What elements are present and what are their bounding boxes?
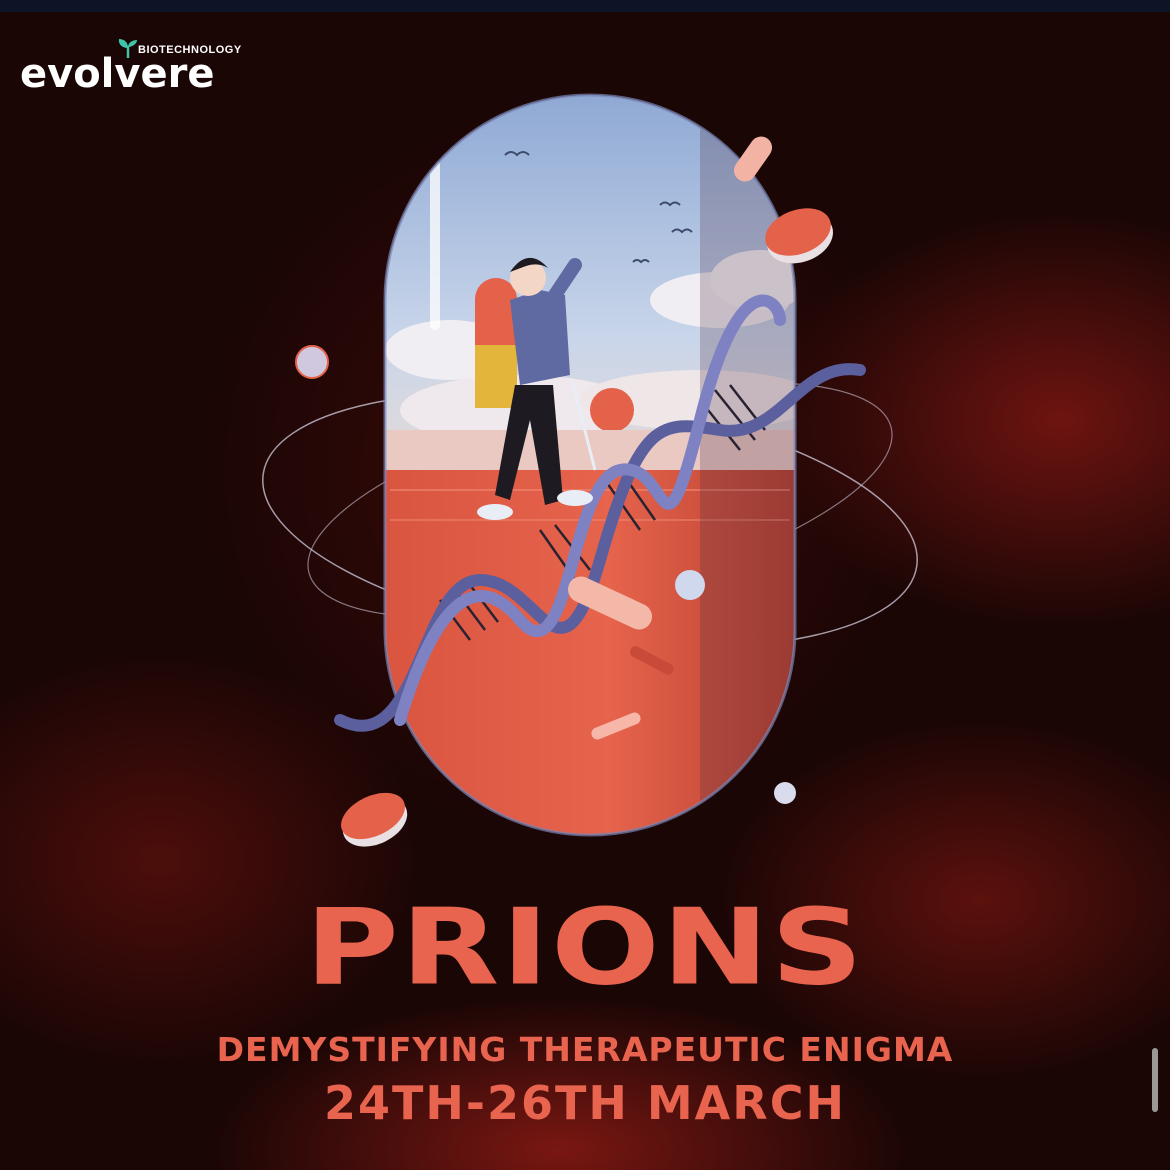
poster-title: PRIONS [304,886,866,1009]
poster-subtitle: DEMYSTIFYING THERAPEUTIC ENIGMA [216,1030,954,1069]
event-poster: BIOTECHNOLOGY evolvere PRIONS DEMYSTIFYI… [0,0,1170,1170]
scrollbar[interactable] [1152,1048,1158,1112]
capsule [385,95,795,835]
event-dates: 24TH-26TH MARCH [324,1076,846,1130]
brand-name: evolvere [20,51,215,97]
brand-logo: BIOTECHNOLOGY evolvere [20,39,250,100]
